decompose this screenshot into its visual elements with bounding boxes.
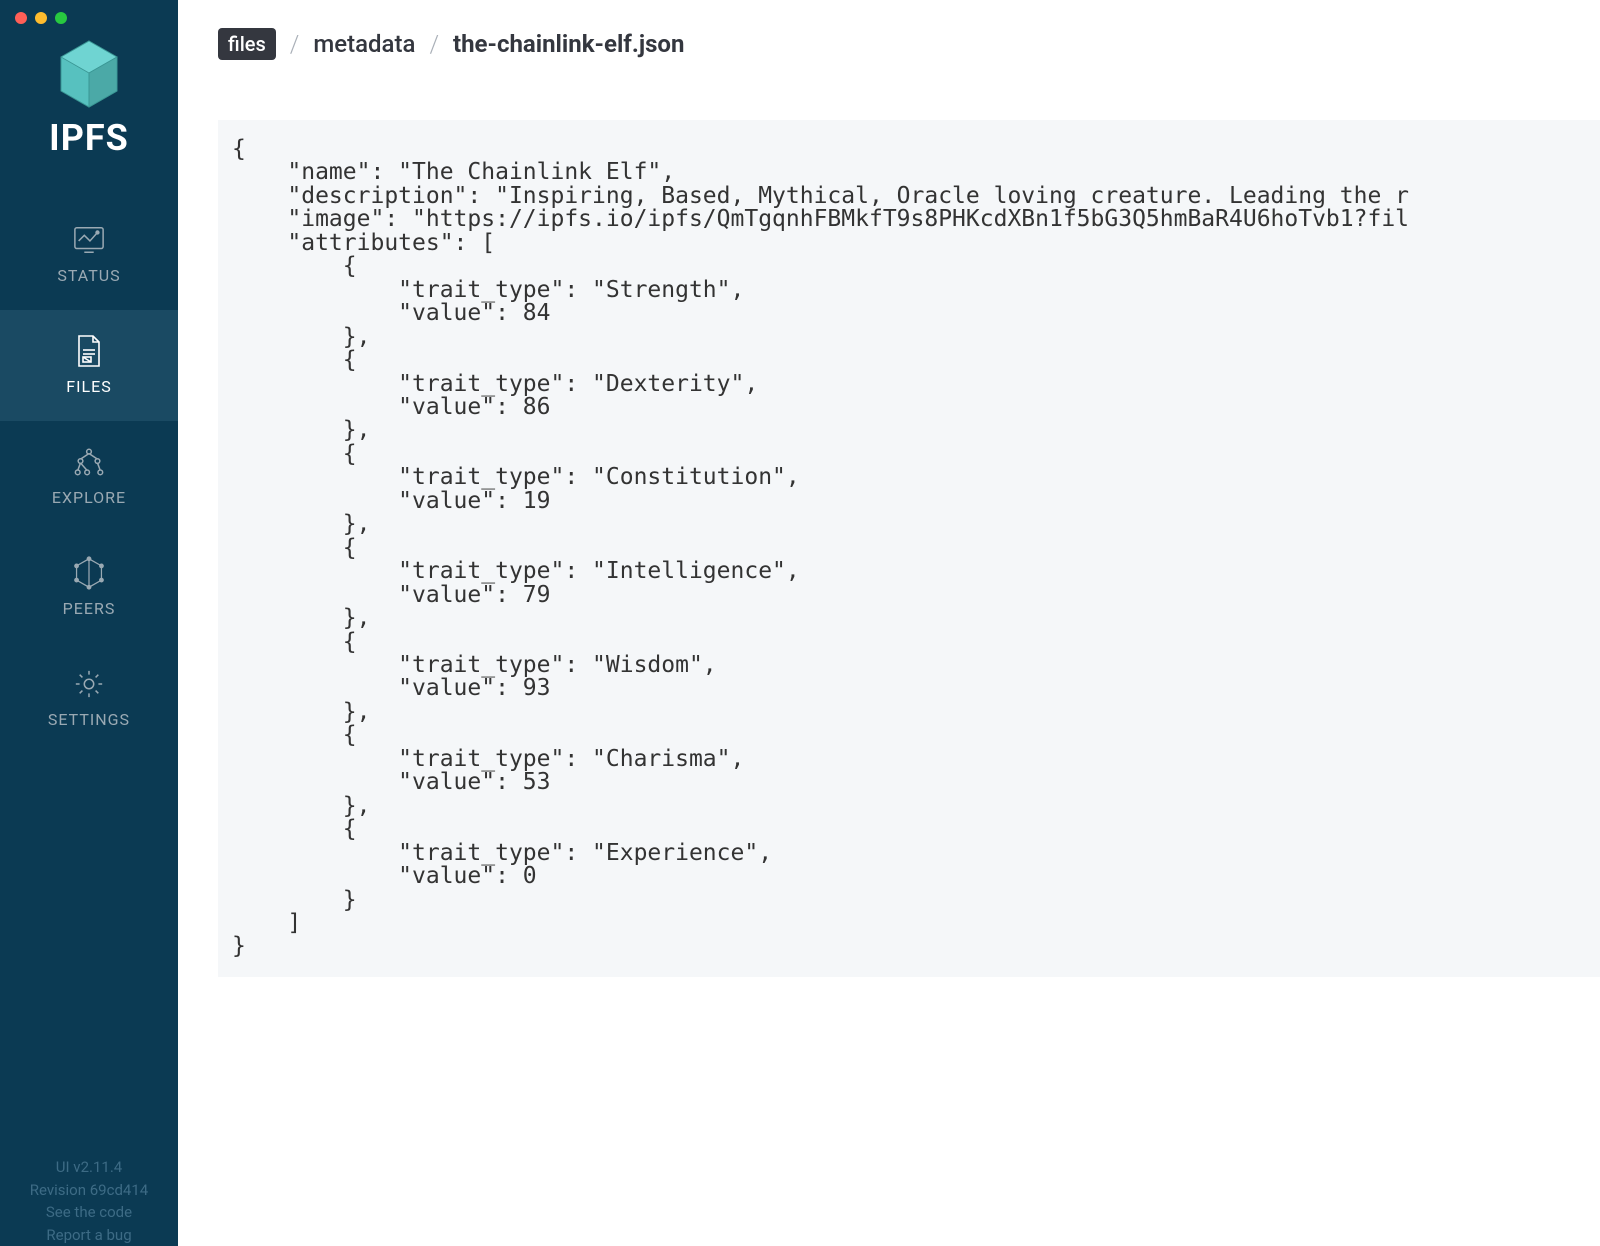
sidebar: IPFS STATUS FILES bbox=[0, 0, 178, 1246]
breadcrumb-sep: / bbox=[429, 30, 439, 58]
close-dot[interactable] bbox=[15, 12, 27, 24]
main-content: files / metadata / the-chainlink-elf.jso… bbox=[178, 0, 1600, 1246]
nav-label: FILES bbox=[66, 377, 111, 396]
settings-icon bbox=[73, 668, 105, 700]
nav-files[interactable]: FILES bbox=[0, 310, 178, 421]
file-preview: { "name": "The Chainlink Elf", "descript… bbox=[218, 120, 1600, 977]
maximize-dot[interactable] bbox=[55, 12, 67, 24]
peers-icon bbox=[73, 557, 105, 589]
footer-info: UI v2.11.4 Revision 69cd414 See the code… bbox=[0, 1156, 178, 1246]
breadcrumb-sep: / bbox=[290, 30, 300, 58]
nav-label: PEERS bbox=[63, 599, 116, 618]
window-controls bbox=[0, 12, 67, 24]
nav-status[interactable]: STATUS bbox=[0, 199, 178, 310]
revision: Revision 69cd414 bbox=[0, 1179, 178, 1202]
nav-label: EXPLORE bbox=[52, 488, 126, 507]
app-name: IPFS bbox=[49, 117, 129, 159]
files-icon bbox=[73, 335, 105, 367]
breadcrumb: files / metadata / the-chainlink-elf.jso… bbox=[218, 28, 1600, 60]
breadcrumb-current: the-chainlink-elf.json bbox=[453, 30, 684, 58]
logo: IPFS bbox=[49, 39, 129, 159]
nav-explore[interactable]: EXPLORE bbox=[0, 421, 178, 532]
nav-settings[interactable]: SETTINGS bbox=[0, 643, 178, 754]
breadcrumb-root[interactable]: files bbox=[218, 28, 276, 60]
breadcrumb-folder[interactable]: metadata bbox=[313, 30, 415, 58]
explore-icon bbox=[73, 446, 105, 478]
ui-version: UI v2.11.4 bbox=[0, 1156, 178, 1179]
minimize-dot[interactable] bbox=[35, 12, 47, 24]
nav-peers[interactable]: PEERS bbox=[0, 532, 178, 643]
nav-label: STATUS bbox=[57, 266, 120, 285]
ipfs-cube-icon bbox=[59, 39, 119, 109]
status-icon bbox=[73, 224, 105, 256]
report-bug-link[interactable]: Report a bug bbox=[0, 1224, 178, 1246]
see-code-link[interactable]: See the code bbox=[0, 1201, 178, 1224]
nav-label: SETTINGS bbox=[48, 710, 130, 729]
